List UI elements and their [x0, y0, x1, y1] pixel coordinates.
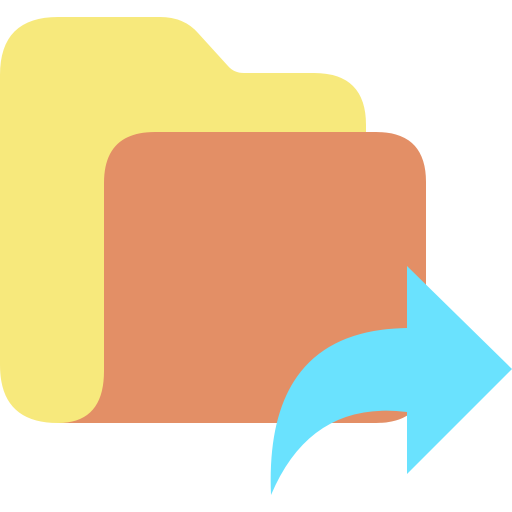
folder-share-icon: [0, 0, 512, 512]
folder-share-graphic: [0, 17, 512, 495]
